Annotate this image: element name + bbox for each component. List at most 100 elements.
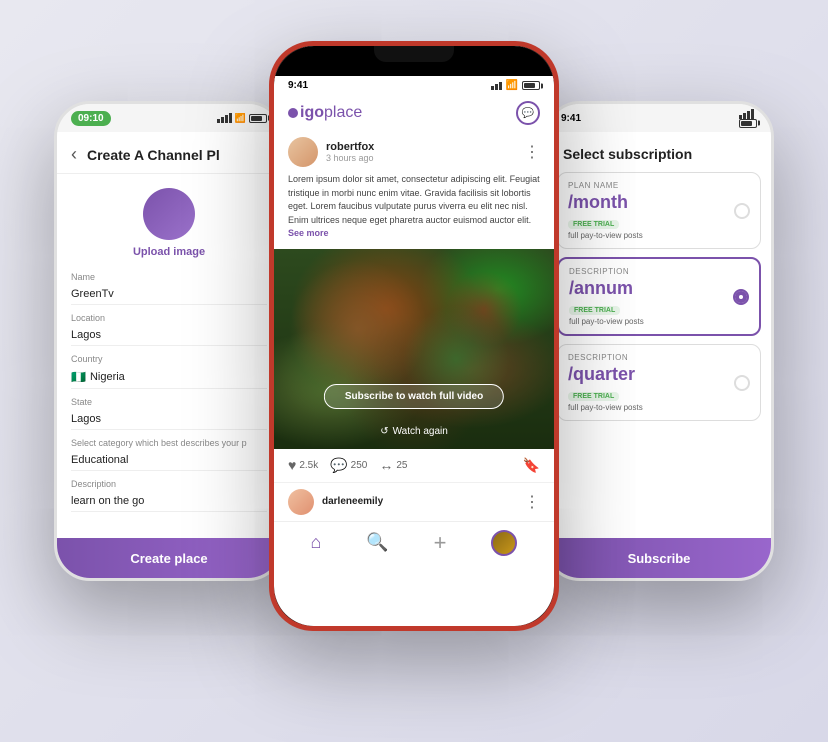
state-label: State	[71, 397, 267, 407]
subscription-plan-1[interactable]: PLAN NAME /month FREE TRIAL full pay-to-…	[557, 172, 761, 249]
bottom-author-row: darleneemily	[288, 489, 383, 515]
search-nav-icon[interactable]: 🔍	[366, 532, 388, 553]
food-details	[274, 249, 554, 449]
left-status-icons: 📶	[217, 113, 267, 124]
app-header: igoplace 💬	[274, 95, 554, 131]
bottom-author-name: darleneemily	[322, 496, 383, 507]
right-signal-icon	[739, 109, 757, 119]
author-info: robertfox 3 hours ago	[326, 141, 374, 163]
phones-container: 09:10 📶 ‹ Create A Channel Pl Upload ima…	[24, 21, 804, 721]
signal-icon	[217, 113, 232, 123]
like-count: 2.5k	[299, 460, 318, 471]
right-notch-bar: 9:41	[547, 104, 771, 132]
subscribe-button[interactable]: Subscribe	[547, 538, 771, 578]
avatar	[143, 188, 195, 240]
post-header: robertfox 3 hours ago ⋮	[274, 131, 554, 173]
name-label: Name	[71, 272, 267, 282]
bottom-more-icon[interactable]: ⋮	[524, 492, 540, 512]
home-nav-icon[interactable]: ⌂	[310, 532, 321, 553]
bottom-nav: ⌂ 🔍 +	[274, 521, 554, 564]
location-field-group: Location Lagos	[71, 313, 267, 346]
post-image: Subscribe to watch full video ↺ Watch ag…	[274, 249, 554, 449]
plan3-desc: full pay-to-view posts	[568, 403, 750, 412]
description-label: Description	[71, 479, 267, 489]
country-field-group: Country 🇳🇬 Nigeria	[71, 354, 267, 389]
post-author: robertfox 3 hours ago	[288, 137, 374, 167]
right-battery-icon	[739, 119, 757, 128]
phone-right: 9:41 Select subscription PLAN NAME /mont…	[544, 101, 774, 581]
subscription-title: Select subscription	[547, 132, 771, 172]
name-field-group: Name GreenTv	[71, 272, 267, 305]
plan2-desc: full pay-to-view posts	[569, 317, 749, 326]
category-field-group: Select category which best describes you…	[71, 438, 267, 471]
description-field-group: Description learn on the go	[71, 479, 267, 512]
like-action[interactable]: ♥ 2.5k	[288, 457, 318, 474]
plan1-label: PLAN NAME	[568, 181, 750, 190]
comment-action[interactable]: 💬 250	[330, 457, 367, 474]
add-nav-icon[interactable]: +	[434, 530, 447, 556]
phone-left: 09:10 📶 ‹ Create A Channel Pl Upload ima…	[54, 101, 284, 581]
see-more-link[interactable]: See more	[288, 228, 329, 238]
center-status-bar: 9:41 📶	[274, 76, 554, 95]
plan1-price: /month	[568, 192, 750, 213]
author-avatar	[288, 137, 318, 167]
share-action[interactable]: ↔ 25	[379, 457, 407, 474]
state-field-group: State Lagos	[71, 397, 267, 430]
subscribe-video-button[interactable]: Subscribe to watch full video	[324, 384, 504, 409]
category-label: Select category which best describes you…	[71, 438, 267, 448]
plan2-price: /annum	[569, 278, 749, 299]
country-value[interactable]: 🇳🇬 Nigeria	[71, 366, 267, 389]
subscription-plan-2[interactable]: DESCRIPTION /annum FREE TRIAL full pay-t…	[557, 257, 761, 336]
plan1-radio[interactable]	[734, 203, 750, 219]
messenger-icon[interactable]: 💬	[516, 101, 540, 125]
battery-icon	[249, 114, 267, 123]
plan3-radio[interactable]	[734, 375, 750, 391]
center-wifi-icon: 📶	[506, 80, 518, 91]
plan3-label: DESCRIPTION	[568, 353, 750, 362]
more-options-icon[interactable]: ⋮	[524, 142, 540, 162]
bottom-author-avatar	[288, 489, 314, 515]
right-screen: Select subscription PLAN NAME /month FRE…	[547, 132, 771, 578]
category-value[interactable]: Educational	[71, 450, 267, 471]
share-count: 25	[396, 460, 407, 471]
description-value[interactable]: learn on the go	[71, 491, 267, 512]
upload-image-button[interactable]: Upload image	[133, 246, 205, 258]
location-label: Location	[71, 313, 267, 323]
country-text: Nigeria	[90, 371, 125, 383]
location-value[interactable]: Lagos	[71, 325, 267, 346]
profile-nav-avatar[interactable]	[491, 530, 517, 556]
notch-hole	[374, 46, 454, 62]
plan1-trial-badge: FREE TRIAL	[568, 220, 619, 229]
bottom-post-user: darleneemily ⋮	[274, 482, 554, 521]
watch-again-button[interactable]: ↺ Watch again	[380, 426, 448, 437]
heart-icon: ♥	[288, 457, 296, 473]
logo-dot-icon	[288, 108, 298, 118]
left-screen: ‹ Create A Channel Pl Upload image Name …	[57, 132, 281, 578]
center-notch	[274, 46, 554, 76]
center-screen: 9:41 📶 igoplace 💬	[274, 46, 554, 626]
left-notch-bar: 09:10 📶	[57, 104, 281, 132]
create-place-button[interactable]: Create place	[57, 538, 281, 578]
name-value[interactable]: GreenTv	[71, 284, 267, 305]
center-signal-icon	[491, 82, 502, 90]
plan2-label: DESCRIPTION	[569, 267, 749, 276]
action-group: ♥ 2.5k 💬 250 ↔ 25	[288, 457, 407, 474]
back-button[interactable]: ‹	[71, 144, 77, 165]
comment-icon: 💬	[330, 457, 347, 474]
post-text: Lorem ipsum dolor sit amet, consectetur …	[274, 173, 554, 249]
plan3-trial-badge: FREE TRIAL	[568, 392, 619, 401]
bookmark-icon[interactable]: 🔖	[523, 457, 540, 474]
replay-icon: ↺	[380, 426, 388, 437]
nigeria-flag-icon: 🇳🇬	[71, 370, 86, 384]
left-status-time: 09:10	[71, 111, 111, 126]
post-time: 3 hours ago	[326, 153, 374, 163]
center-time: 9:41	[288, 80, 308, 91]
state-value[interactable]: Lagos	[71, 409, 267, 430]
app-logo: igoplace	[288, 104, 362, 122]
center-status-icons: 📶	[491, 80, 540, 91]
subscription-plan-3[interactable]: DESCRIPTION /quarter FREE TRIAL full pay…	[557, 344, 761, 421]
center-battery-icon	[522, 81, 540, 90]
plan2-radio[interactable]	[733, 289, 749, 305]
form-section: Name GreenTv Location Lagos Country 🇳🇬 N…	[57, 268, 281, 524]
plan2-trial-badge: FREE TRIAL	[569, 306, 620, 315]
